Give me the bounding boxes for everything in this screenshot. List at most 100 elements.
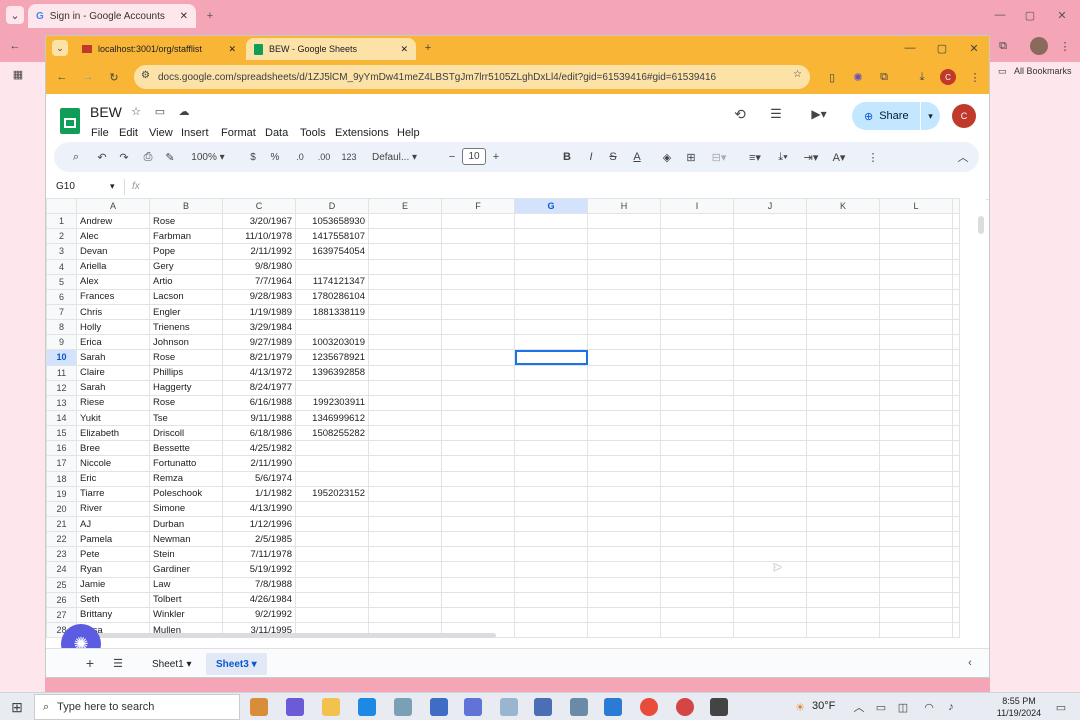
cell[interactable] bbox=[879, 349, 953, 366]
cell[interactable] bbox=[514, 273, 588, 290]
comments-icon[interactable]: ☰ bbox=[766, 104, 786, 124]
cell[interactable] bbox=[879, 394, 953, 411]
row-header[interactable]: 10 bbox=[46, 349, 77, 366]
cell[interactable] bbox=[952, 364, 960, 381]
cell[interactable]: 1639754054 bbox=[295, 243, 369, 260]
row-header[interactable]: 13 bbox=[46, 394, 77, 411]
cell[interactable] bbox=[441, 591, 515, 608]
name-box-dropdown-icon[interactable]: ▾ bbox=[110, 181, 115, 192]
cell[interactable] bbox=[441, 440, 515, 457]
cell[interactable] bbox=[952, 213, 960, 230]
cell[interactable] bbox=[368, 213, 442, 230]
cell[interactable] bbox=[733, 273, 807, 290]
cell[interactable] bbox=[660, 500, 734, 517]
cell[interactable] bbox=[660, 606, 734, 623]
cell[interactable] bbox=[514, 288, 588, 305]
cell[interactable] bbox=[660, 258, 734, 275]
font-size-increase-icon[interactable]: + bbox=[490, 149, 502, 165]
cell[interactable] bbox=[733, 440, 807, 457]
cell[interactable] bbox=[368, 470, 442, 487]
cell[interactable] bbox=[660, 273, 734, 290]
menu-help[interactable]: Help bbox=[397, 127, 420, 139]
cell[interactable] bbox=[733, 288, 807, 305]
cell[interactable] bbox=[733, 364, 807, 381]
cell[interactable] bbox=[368, 485, 442, 502]
cell[interactable] bbox=[368, 243, 442, 260]
tray-app-icon[interactable]: ▭ bbox=[874, 698, 888, 716]
cell[interactable] bbox=[806, 303, 880, 321]
cell[interactable]: 5/19/1992 bbox=[222, 561, 296, 578]
cell[interactable] bbox=[806, 500, 880, 517]
maximize-icon[interactable]: ▢ bbox=[934, 40, 950, 56]
cell[interactable]: Artio bbox=[149, 273, 223, 290]
cell[interactable] bbox=[733, 228, 807, 245]
column-header[interactable]: F bbox=[441, 198, 515, 215]
currency-button[interactable]: $ bbox=[246, 149, 260, 165]
profile-avatar[interactable]: C bbox=[940, 69, 956, 85]
back-icon[interactable]: ← bbox=[6, 38, 24, 54]
cell[interactable]: 1992303911 bbox=[295, 394, 369, 411]
merge-cells-icon[interactable]: ⊟▾ bbox=[708, 149, 730, 165]
cell[interactable]: Farbman bbox=[149, 228, 223, 245]
cell[interactable] bbox=[806, 515, 880, 533]
cell[interactable] bbox=[879, 500, 953, 517]
cell[interactable] bbox=[587, 243, 661, 260]
add-sheet-icon[interactable]: + bbox=[82, 655, 98, 671]
font-select[interactable]: Defaul... ▾ bbox=[372, 149, 434, 165]
outer-tab[interactable]: G Sign in - Google Accounts ✕ bbox=[28, 4, 196, 28]
cell[interactable] bbox=[806, 288, 880, 305]
cell[interactable] bbox=[295, 379, 369, 396]
cell[interactable] bbox=[295, 531, 369, 548]
cell[interactable]: 6/16/1988 bbox=[222, 394, 296, 411]
app-icon[interactable] bbox=[534, 698, 552, 716]
row-header[interactable]: 8 bbox=[46, 319, 77, 336]
cell[interactable] bbox=[441, 425, 515, 442]
cell[interactable] bbox=[368, 349, 442, 366]
cell[interactable] bbox=[514, 394, 588, 411]
row-header[interactable]: 9 bbox=[46, 334, 77, 351]
cell[interactable] bbox=[514, 334, 588, 351]
cell[interactable] bbox=[806, 425, 880, 442]
cell[interactable] bbox=[514, 576, 588, 593]
row-header[interactable]: 16 bbox=[46, 440, 77, 457]
cell[interactable] bbox=[587, 440, 661, 457]
row-header[interactable]: 2 bbox=[46, 228, 77, 245]
cell[interactable]: Ariella bbox=[76, 258, 150, 275]
cell[interactable] bbox=[295, 319, 369, 336]
cell[interactable] bbox=[660, 228, 734, 245]
chrome-icon[interactable] bbox=[676, 698, 694, 716]
cell[interactable] bbox=[587, 273, 661, 290]
cell[interactable] bbox=[879, 228, 953, 245]
cell[interactable] bbox=[879, 303, 953, 321]
cell[interactable] bbox=[952, 228, 960, 245]
cell[interactable] bbox=[368, 258, 442, 275]
cell[interactable] bbox=[660, 319, 734, 336]
cell[interactable] bbox=[660, 425, 734, 442]
cell[interactable]: Brittany bbox=[76, 606, 150, 623]
redo-icon[interactable]: ↷ bbox=[116, 149, 132, 165]
cell[interactable] bbox=[879, 334, 953, 351]
cell[interactable] bbox=[441, 561, 515, 578]
cell[interactable]: 4/26/1984 bbox=[222, 591, 296, 608]
cell[interactable] bbox=[368, 606, 442, 623]
cell[interactable] bbox=[660, 334, 734, 351]
cell[interactable] bbox=[660, 364, 734, 381]
all-bookmarks-link[interactable]: All Bookmarks bbox=[1014, 66, 1072, 76]
cell[interactable]: Sarah bbox=[76, 379, 150, 396]
font-size-input[interactable]: 10 bbox=[462, 148, 486, 165]
menu-edit[interactable]: Edit bbox=[119, 127, 138, 139]
cell[interactable]: Haggerty bbox=[149, 379, 223, 396]
cell[interactable]: Eric bbox=[76, 470, 150, 487]
bold-icon[interactable]: B bbox=[560, 149, 574, 165]
cell[interactable] bbox=[806, 258, 880, 275]
cell[interactable]: Poleschook bbox=[149, 485, 223, 502]
cell[interactable] bbox=[587, 349, 661, 366]
menu-file[interactable]: File bbox=[91, 127, 109, 139]
cell[interactable] bbox=[806, 228, 880, 245]
font-size-decrease-icon[interactable]: − bbox=[446, 149, 458, 165]
cell[interactable]: 9/11/1988 bbox=[222, 409, 296, 427]
cell[interactable] bbox=[368, 319, 442, 336]
cell[interactable]: Erica bbox=[76, 334, 150, 351]
cell[interactable] bbox=[806, 213, 880, 230]
cell[interactable] bbox=[952, 273, 960, 290]
